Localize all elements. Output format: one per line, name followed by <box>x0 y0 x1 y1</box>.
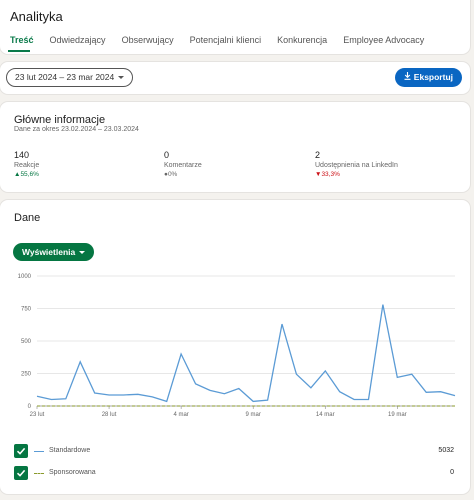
download-icon <box>404 68 411 87</box>
x-tick-label: 4 mar <box>173 412 188 418</box>
metric-change: ●0% <box>164 171 178 178</box>
x-tick-label: 28 lut <box>102 412 117 418</box>
legend-label: Sponsorowana <box>49 469 96 476</box>
y-tick-label: 0 <box>28 404 32 410</box>
metric-comments: 0 Komentarze ●0% <box>164 150 202 178</box>
tab-competitors[interactable]: Konkurencja <box>277 35 327 45</box>
x-tick-label: 14 mar <box>316 412 335 418</box>
filter-bar: 23 lut 2024 – 23 mar 2024 Eksportuj <box>0 62 470 94</box>
active-tab-indicator <box>8 50 30 52</box>
y-tick-label: 250 <box>21 372 32 378</box>
legend-swatch <box>34 451 44 452</box>
series-checkbox-sponsored[interactable] <box>14 466 28 480</box>
series-line-standard <box>36 304 456 403</box>
tab-content[interactable]: Treść <box>10 35 34 45</box>
legend-total: 0 <box>450 469 454 476</box>
metric-selector-dropdown[interactable]: Wyświetlenia <box>13 243 95 261</box>
chevron-down-icon <box>79 251 86 255</box>
legend-total: 5032 <box>438 447 454 454</box>
metric-value: 140 <box>14 150 30 160</box>
metric-change: ▲55,6% <box>14 171 39 178</box>
views-line-chart: 0 250 500 750 1000 23 lut 28 lut 4 mar 9 mar 14 m… <box>18 274 456 418</box>
metric-value: 2 <box>315 150 321 160</box>
export-label: Eksportuj <box>413 72 453 82</box>
metric-label: Reakcje <box>14 162 40 169</box>
date-range-label: 23 lut 2024 – 23 mar 2024 <box>15 72 115 82</box>
analytics-header: Analityka Treść Odwiedzający Obserwujący… <box>0 0 470 54</box>
checkmark-icon <box>16 469 26 477</box>
y-tick-label: 500 <box>21 339 32 345</box>
metric-label: Komentarze <box>164 162 202 169</box>
data-card: Dane Wyświetlenia 0 250 500 750 1000 23 lut 28… <box>0 200 470 494</box>
legend-row-standard: Standardowe 5032 <box>14 444 454 460</box>
tab-bar: Treść Odwiedzający Obserwujący Potencjal… <box>10 35 440 45</box>
y-tick-label: 1000 <box>18 274 32 280</box>
metric-selector-label: Wyświetlenia <box>22 247 76 257</box>
metric-shares: 2 Udostępnienia na LinkedIn ▼33,3% <box>315 150 398 178</box>
legend-row-sponsored: Sponsorowana 0 <box>14 466 454 482</box>
highlights-card: Główne informacje Dane za okres 23.02.20… <box>0 102 470 192</box>
data-title: Dane <box>14 212 41 224</box>
date-range-dropdown[interactable]: 23 lut 2024 – 23 mar 2024 <box>6 68 134 87</box>
highlights-title: Główne informacje <box>14 114 106 126</box>
export-button[interactable]: Eksportuj <box>394 68 462 87</box>
metric-label: Udostępnienia na LinkedIn <box>315 162 398 169</box>
metric-reactions: 140 Reakcje ▲55,6% <box>14 150 39 178</box>
tab-followers[interactable]: Obserwujący <box>122 35 174 45</box>
series-checkbox-standard[interactable] <box>14 444 28 458</box>
tab-employee-advocacy[interactable]: Employee Advocacy <box>343 35 424 45</box>
x-tick-label: 19 mar <box>388 412 407 418</box>
highlights-period: Dane za okres 23.02.2024 – 23.03.2024 <box>14 126 139 133</box>
tab-visitors[interactable]: Odwiedzający <box>50 35 106 45</box>
chevron-down-icon <box>118 76 125 80</box>
checkmark-icon <box>16 447 26 455</box>
legend-label: Standardowe <box>49 447 91 454</box>
x-tick-label: 23 lut <box>30 412 45 418</box>
metric-change: ▼33,3% <box>315 171 340 178</box>
metric-value: 0 <box>164 150 170 160</box>
legend-swatch <box>34 473 44 474</box>
tab-leads[interactable]: Potencjalni klienci <box>190 35 262 45</box>
page-title: Analityka <box>10 9 63 24</box>
y-tick-label: 750 <box>21 307 32 313</box>
x-tick-label: 9 mar <box>246 412 261 418</box>
